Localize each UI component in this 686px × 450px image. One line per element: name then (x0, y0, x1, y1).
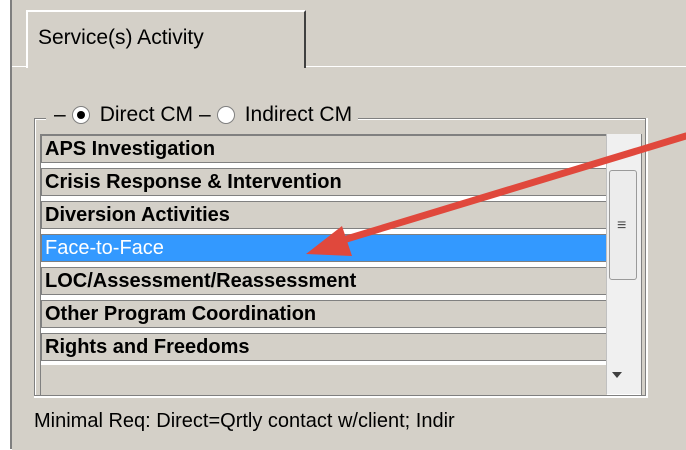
annotation-arrow (306, 132, 686, 256)
annotation-arrow-shaft (326, 132, 686, 248)
annotation-arrow-head (306, 226, 352, 256)
